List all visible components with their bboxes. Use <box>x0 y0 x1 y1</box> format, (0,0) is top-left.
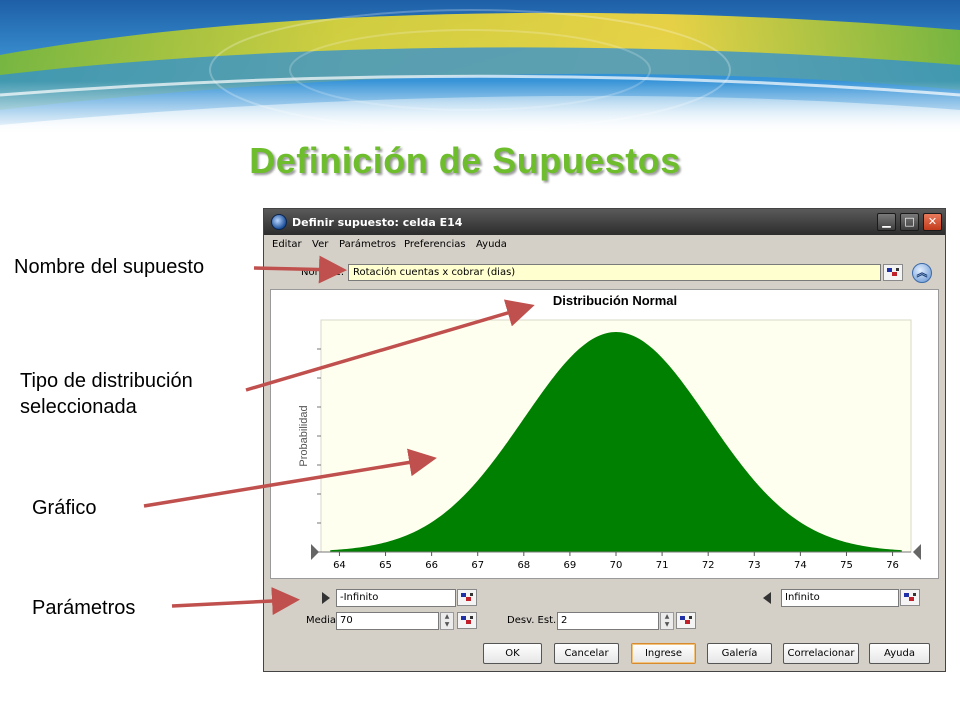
enter-button[interactable]: Ingrese <box>631 643 696 664</box>
slide-title: Definición de Supuestos <box>249 140 681 181</box>
menu-ayuda[interactable]: Ayuda <box>476 239 507 250</box>
cell-reference-icon[interactable] <box>883 264 903 281</box>
menu-preferencias[interactable]: Preferencias <box>404 239 466 250</box>
right-bound-arrow-icon[interactable] <box>762 591 772 605</box>
left-bound-field[interactable]: -Infinito <box>336 589 456 607</box>
desv-est-field[interactable]: 2 <box>557 612 659 630</box>
chart-title: Distribución Normal <box>553 293 677 308</box>
desv-est-spinner[interactable]: ▲ ▼ <box>660 612 674 630</box>
ok-button[interactable]: OK <box>483 643 542 664</box>
minimize-icon[interactable]: ▁ <box>877 213 896 231</box>
desv-est-cell-reference-icon[interactable] <box>676 612 696 629</box>
desv-est-label: Desv. Est. <box>507 615 557 626</box>
assumption-name-field[interactable]: Rotación cuentas x cobrar (dias) <box>348 264 881 281</box>
chart-panel: Distribución Normal Probabilidad 64 65 66 6… <box>270 289 939 579</box>
help-button[interactable]: Ayuda <box>869 643 930 664</box>
x-tick-label: 76 <box>886 560 899 571</box>
menu-parametros[interactable]: Parámetros <box>339 239 396 250</box>
y-axis-label: Probabilidad <box>298 405 310 466</box>
x-tick-label: 68 <box>517 560 530 571</box>
distribution-chart: Distribución Normal Probabilidad 64 65 66 6… <box>298 293 921 571</box>
left-bound-cell-reference-icon[interactable] <box>457 589 477 606</box>
collapse-chevron-icon[interactable]: ︽ <box>912 263 932 283</box>
dialog-title: Definir supuesto: celda E14 <box>292 216 463 229</box>
cancel-button[interactable]: Cancelar <box>554 643 619 664</box>
media-label: Media <box>306 615 337 626</box>
menu-bar: Editar Ver Parámetros Preferencias Ayuda <box>264 236 945 254</box>
right-bound-cell-reference-icon[interactable] <box>900 589 920 606</box>
x-ticks: 64 65 66 67 68 69 70 71 72 73 74 75 76 <box>321 551 911 571</box>
x-tick-label: 70 <box>610 560 623 571</box>
y-ticks <box>317 348 321 553</box>
gallery-button[interactable]: Galería <box>707 643 772 664</box>
callout-graph-label: Gráfico <box>32 497 97 519</box>
x-tick-label: 65 <box>379 560 392 571</box>
right-bound-grabber-icon[interactable] <box>913 544 921 560</box>
x-tick-label: 69 <box>564 560 577 571</box>
correlate-button[interactable]: Correlacionar <box>783 643 859 664</box>
app-logo-icon <box>271 214 287 230</box>
x-tick-label: 71 <box>656 560 669 571</box>
menu-editar[interactable]: Editar <box>272 239 302 250</box>
media-spinner[interactable]: ▲ ▼ <box>440 612 454 630</box>
maximize-icon[interactable]: □ <box>900 213 919 231</box>
left-bound-arrow-icon[interactable] <box>321 591 331 605</box>
callout-distribution-label: Tipo de distribución seleccionada <box>20 370 193 418</box>
x-tick-label: 64 <box>333 560 346 571</box>
media-cell-reference-icon[interactable] <box>457 612 477 629</box>
x-tick-label: 74 <box>794 560 807 571</box>
callout-parameters-label: Parámetros <box>32 597 136 619</box>
name-label: Nombre: <box>301 267 345 278</box>
dialog-titlebar[interactable]: Definir supuesto: celda E14 ▁ □ ✕ <box>264 209 945 235</box>
x-tick-label: 72 <box>702 560 715 571</box>
media-field[interactable]: 70 <box>336 612 439 630</box>
x-tick-label: 66 <box>425 560 438 571</box>
x-tick-label: 73 <box>748 560 761 571</box>
define-assumption-dialog: Definir supuesto: celda E14 ▁ □ ✕ Editar… <box>263 208 946 672</box>
right-bound-field[interactable]: Infinito <box>781 589 899 607</box>
menu-ver[interactable]: Ver <box>312 239 328 250</box>
header-banner <box>0 0 960 135</box>
close-icon[interactable]: ✕ <box>923 213 942 231</box>
callout-name-label: Nombre del supuesto <box>14 256 205 278</box>
left-bound-grabber-icon[interactable] <box>311 544 319 560</box>
x-tick-label: 75 <box>840 560 853 571</box>
x-tick-label: 67 <box>471 560 484 571</box>
